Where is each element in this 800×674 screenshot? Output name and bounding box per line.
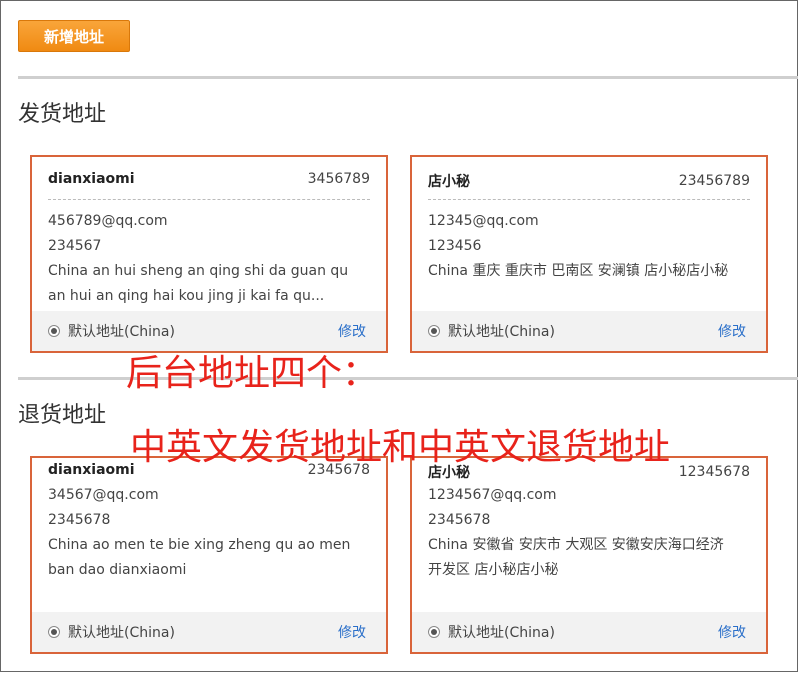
- address-line: an hui an qing hai kou jing ji kai fa qu…: [48, 288, 325, 304]
- address-line: China ao men te bie xing zheng qu ao men: [48, 537, 351, 553]
- address-line: China 安徽省 安庆市 大观区 安徽安庆海口经济: [428, 537, 724, 553]
- return-address-card: 店小秘 12345678 1234567@qq.com 2345678 Chin…: [410, 456, 768, 654]
- edit-link[interactable]: 修改: [338, 622, 366, 642]
- address-line: China an hui sheng an qing shi da guan q…: [48, 263, 349, 279]
- annotation-line-1: 后台地址四个：: [126, 353, 379, 394]
- contact-name: dianxiaomi: [48, 462, 135, 478]
- postal-code: 123456: [428, 238, 482, 254]
- edit-link[interactable]: 修改: [718, 321, 746, 341]
- radio-selected-icon[interactable]: [48, 626, 60, 638]
- address-line: ban dao dianxiaomi: [48, 562, 187, 578]
- section-divider: [18, 76, 798, 79]
- radio-selected-icon[interactable]: [428, 626, 440, 638]
- contact-name: dianxiaomi: [48, 171, 135, 187]
- shipping-address-card: 店小秘 23456789 12345@qq.com 123456 China 重…: [410, 155, 768, 353]
- default-address-label: 默认地址(China): [448, 324, 555, 340]
- contact-email: 456789@qq.com: [48, 213, 168, 229]
- dashed-divider: [48, 199, 370, 200]
- default-address-radio[interactable]: 默认地址(China): [48, 321, 175, 341]
- default-address-radio[interactable]: 默认地址(China): [428, 622, 555, 642]
- annotation-line-2: 中英文发货地址和中英文退货地址: [130, 427, 671, 468]
- shipping-address-card: dianxiaomi 3456789 456789@qq.com 234567 …: [30, 155, 388, 353]
- card-footer: 默认地址(China) 修改: [412, 612, 766, 652]
- edit-link[interactable]: 修改: [718, 622, 746, 642]
- contact-email: 12345@qq.com: [428, 213, 539, 229]
- contact-phone: 12345678: [678, 464, 750, 480]
- contact-email: 34567@qq.com: [48, 487, 159, 503]
- default-address-label: 默认地址(China): [448, 625, 555, 641]
- default-address-label: 默认地址(China): [68, 324, 175, 340]
- contact-phone: 23456789: [678, 173, 750, 189]
- address-line: 开发区 店小秘店小秘: [428, 562, 559, 578]
- default-address-label: 默认地址(China): [68, 625, 175, 641]
- default-address-radio[interactable]: 默认地址(China): [428, 321, 555, 341]
- return-address-card: dianxiaomi 2345678 34567@qq.com 2345678 …: [30, 456, 388, 654]
- card-footer: 默认地址(China) 修改: [412, 311, 766, 351]
- contact-phone: 3456789: [307, 171, 370, 187]
- edit-link[interactable]: 修改: [338, 321, 366, 341]
- card-footer: 默认地址(China) 修改: [32, 612, 386, 652]
- postal-code: 2345678: [48, 512, 111, 528]
- radio-selected-icon[interactable]: [48, 325, 60, 337]
- radio-selected-icon[interactable]: [428, 325, 440, 337]
- default-address-radio[interactable]: 默认地址(China): [48, 622, 175, 642]
- add-address-button[interactable]: 新增地址: [18, 20, 130, 52]
- dashed-divider: [428, 199, 750, 200]
- address-line: China 重庆 重庆市 巴南区 安澜镇 店小秘店小秘: [428, 263, 729, 279]
- postal-code: 2345678: [428, 512, 491, 528]
- contact-email: 1234567@qq.com: [428, 487, 557, 503]
- shipping-section-title: 发货地址: [18, 102, 107, 127]
- return-section-title: 退货地址: [18, 403, 107, 428]
- postal-code: 234567: [48, 238, 102, 254]
- contact-name: 店小秘: [428, 174, 470, 190]
